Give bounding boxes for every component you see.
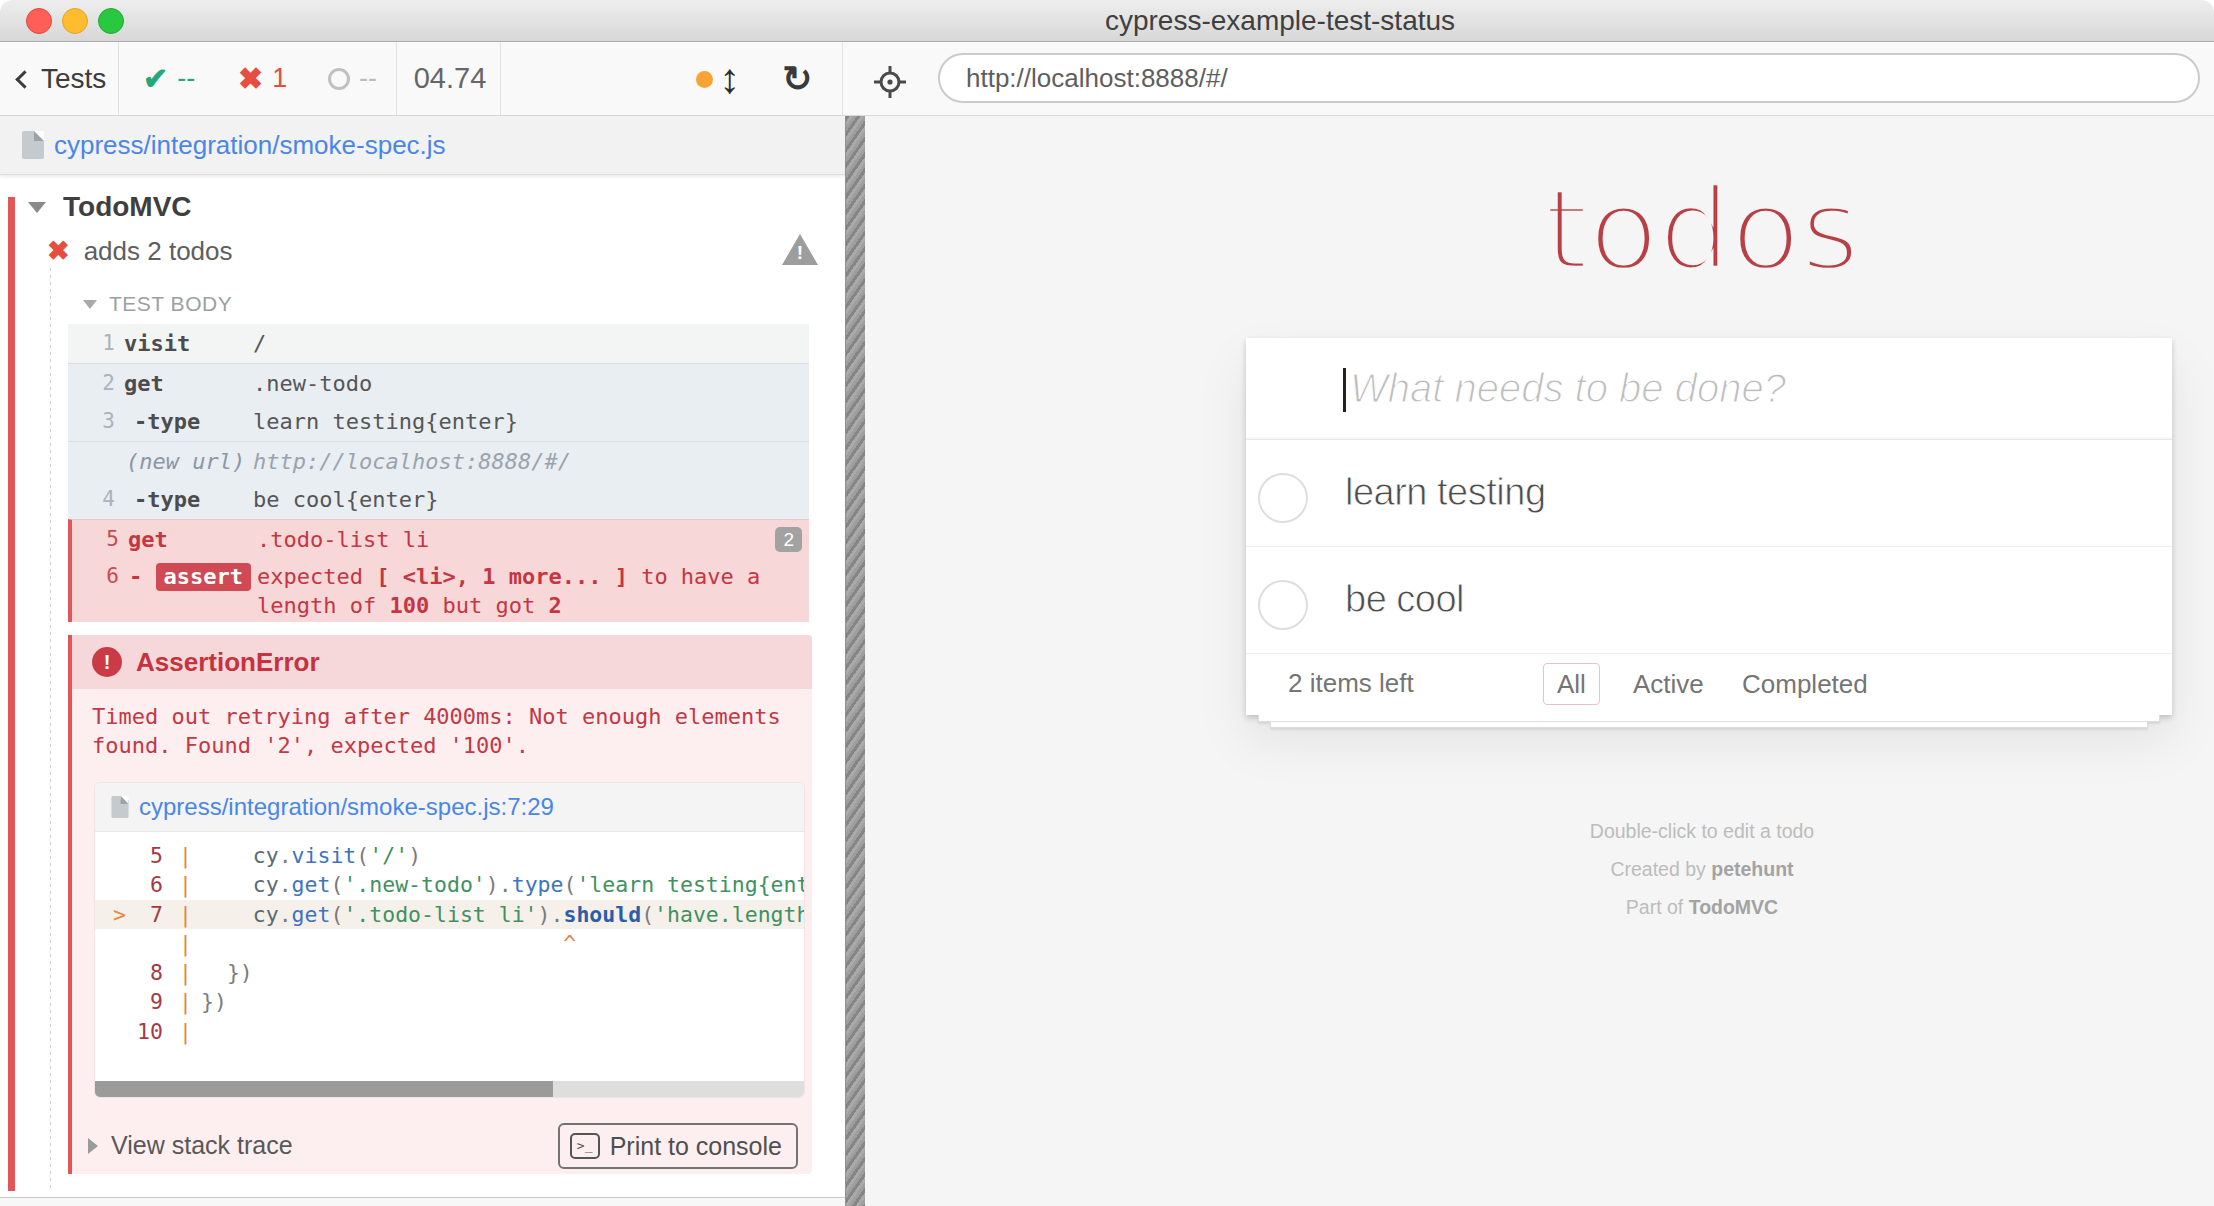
code-line: 9|}) (95, 987, 804, 1016)
spec-file-header: cypress/integration/smoke-spec.js (0, 116, 845, 175)
command-row[interactable]: 4-typebe cool{enter} (68, 480, 809, 519)
error-message: Timed out retrying after 4000ms: Not eno… (92, 702, 792, 760)
element-count-badge: 2 (775, 527, 802, 552)
filter-completed[interactable]: Completed (1728, 663, 1882, 705)
suite-row[interactable]: TodoMVC (28, 191, 192, 223)
code-frame-file-link[interactable]: cypress/integration/smoke-spec.js:7:29 (139, 793, 554, 821)
code-line: >7|cy.get('.todo-list li').should('have.… (95, 900, 804, 929)
view-stack-trace-toggle[interactable]: View stack trace (88, 1131, 293, 1160)
code-line: 10| (95, 1017, 804, 1046)
toolbar-separator (118, 42, 119, 115)
panel-resizer[interactable] (845, 116, 865, 1206)
minimize-button[interactable] (62, 8, 88, 34)
assertion-error-block: ! AssertionError Timed out retrying afte… (68, 635, 812, 1174)
info-line: Part of TodoMVC (1590, 888, 1814, 926)
command-row[interactable]: 2get.new-todo (68, 363, 809, 402)
failed-stat: ✖ 1 (238, 42, 287, 115)
test-hierarchy-line (50, 268, 51, 1188)
command-row[interactable]: (new url)http://localhost:8888/#/ (68, 441, 809, 480)
code-frame: cypress/integration/smoke-spec.js:7:29 5… (94, 782, 805, 1098)
error-header: ! AssertionError (72, 635, 812, 689)
todo-toggle[interactable] (1258, 580, 1308, 630)
scroll-toggle-icon[interactable]: ↕ (719, 42, 740, 115)
spec-file-link[interactable]: cypress/integration/smoke-spec.js (54, 130, 446, 161)
warning-icon: ! (782, 234, 818, 266)
pending-stat: -- (328, 42, 377, 115)
caret-right-icon (88, 1138, 98, 1154)
error-icon: ! (92, 647, 122, 677)
command-row[interactable]: 1visit/ (68, 324, 809, 363)
card-stack-decoration (1270, 722, 2148, 728)
failed-suite-indicator (8, 197, 15, 1191)
back-to-tests-button[interactable]: Tests (18, 42, 106, 115)
circle-icon (328, 68, 350, 90)
command-log: 1visit/2get.new-todo3-typelearn testing{… (68, 324, 809, 622)
test-row[interactable]: ✖ adds 2 todos (47, 235, 233, 267)
card-stack-decoration (1258, 715, 2160, 722)
info-line: Double-click to edit a todo (1590, 812, 1814, 850)
todo-label[interactable]: learn testing (1345, 440, 1546, 545)
code-line: 8|}) (95, 958, 804, 987)
test-failed-icon: ✖ (47, 235, 70, 267)
test-body-toggle[interactable]: TEST BODY (83, 292, 232, 316)
reload-icon[interactable]: ↻ (782, 42, 812, 115)
code-frame-scrollbar[interactable] (95, 1081, 804, 1097)
chevron-left-icon (15, 70, 33, 88)
toolbar-separator (500, 42, 501, 115)
collapse-caret-icon (83, 300, 97, 309)
todo-label[interactable]: be cool (1345, 547, 1464, 652)
filter-all[interactable]: All (1543, 663, 1600, 705)
todo-item: learn testing (1246, 440, 2172, 547)
passed-stat: ✔ -- (143, 42, 195, 115)
filter-active[interactable]: Active (1619, 663, 1718, 705)
window-bottom-edge (0, 1197, 845, 1206)
titlebar: cypress-example-test-status (0, 0, 2214, 42)
command-row[interactable]: 3-typelearn testing{enter} (68, 402, 809, 441)
code-frame-header: cypress/integration/smoke-spec.js:7:29 (95, 783, 804, 832)
app-info-footer: Double-click to edit a todo Created by p… (1590, 812, 1814, 926)
toolbar-separator (396, 42, 397, 115)
error-name: AssertionError (136, 647, 320, 678)
command-row[interactable]: 5get.todo-list li2 (68, 519, 809, 558)
print-to-console-button[interactable]: >_ Print to console (558, 1123, 798, 1169)
todos-title: todos (1544, 173, 1860, 287)
collapse-caret-icon (28, 202, 46, 213)
x-icon: ✖ (238, 61, 263, 96)
code-line: |^ (95, 929, 804, 958)
reporter-panel: cypress/integration/smoke-spec.js TodoMV… (0, 116, 845, 1206)
window: cypress-example-test-status Tests ✔ -- ✖… (0, 0, 2214, 1206)
close-button[interactable] (26, 8, 52, 34)
terminal-icon: >_ (570, 1133, 600, 1159)
todo-list: learn testingbe cool (1246, 440, 2172, 654)
toolbar: Tests ✔ -- ✖ 1 -- 04.74 ↕ ↻ (0, 42, 2214, 116)
toolbar-separator (842, 42, 843, 115)
code-frame-code: 5|cy.visit('/')6|cy.get('.new-todo').typ… (95, 832, 804, 1046)
status-dot-icon (696, 71, 713, 88)
scrollbar-thumb[interactable] (95, 1081, 553, 1097)
url-input[interactable]: http://localhost:8888/#/ (938, 53, 2200, 103)
test-timer: 04.74 (400, 42, 500, 115)
todo-toggle[interactable] (1258, 473, 1308, 523)
todoapp-card: What needs to be done? learn testingbe c… (1246, 338, 2172, 715)
window-title: cypress-example-test-status (1105, 0, 1455, 42)
todo-item: be cool (1246, 547, 2172, 654)
selector-playground-icon[interactable] (872, 64, 908, 100)
info-line: Created by petehunt (1590, 850, 1814, 888)
code-line: 5|cy.visit('/') (95, 841, 804, 870)
error-footer: View stack trace >_ Print to console (72, 1117, 816, 1174)
items-left-count: 2 items left (1288, 654, 1414, 712)
check-icon: ✔ (143, 61, 168, 96)
file-icon (111, 796, 128, 818)
todo-footer: 2 items left All Active Completed (1246, 654, 2172, 715)
code-line: 6|cy.get('.new-todo').type('learn testin… (95, 870, 804, 899)
file-icon (22, 131, 44, 159)
command-row-assert[interactable]: 6- assertexpected [ <li>, 1 more... ] to… (68, 558, 809, 622)
new-todo-input[interactable]: What needs to be done? (1246, 338, 2172, 440)
zoom-button[interactable] (98, 8, 124, 34)
app-preview: todos What needs to be done? learn testi… (865, 116, 2214, 1206)
text-cursor (1343, 368, 1346, 412)
